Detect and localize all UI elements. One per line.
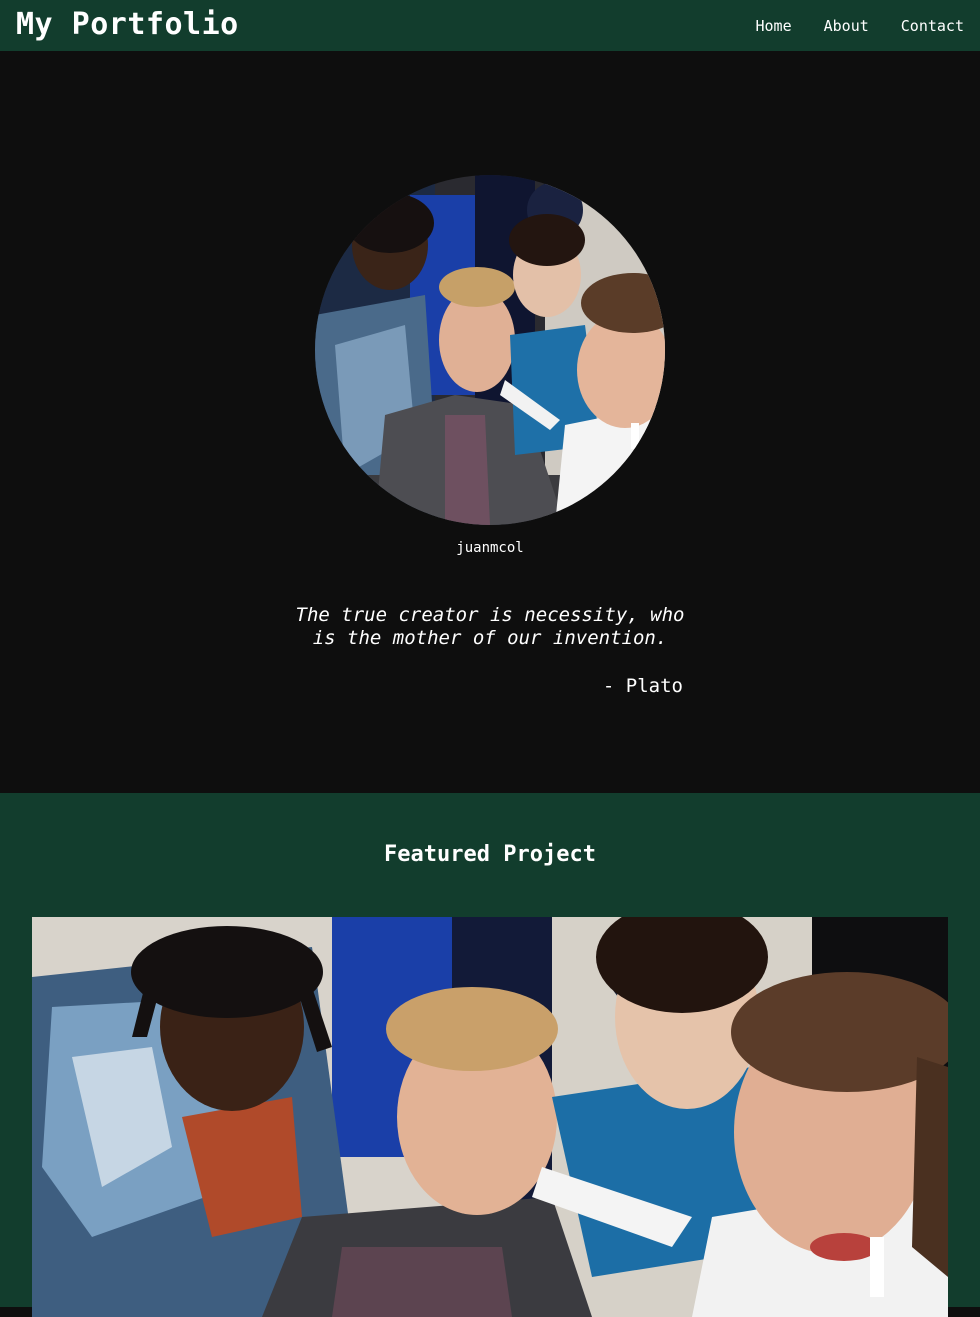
featured-title: Featured Project (384, 842, 596, 867)
featured-photo (32, 917, 948, 1317)
featured-section: Featured Project (0, 793, 980, 1317)
avatar-photo (315, 175, 665, 525)
username: juanmcol (456, 540, 524, 556)
navbar: My Portfolio Home About Contact (0, 0, 980, 51)
quote-text: The true creator is necessity, who is th… (290, 604, 690, 650)
nav-link-home[interactable]: Home (756, 17, 792, 35)
featured-project-image[interactable] (32, 917, 948, 1317)
hero-section: juanmcol The true creator is necessity, … (0, 51, 980, 793)
quote-line-1: The true creator is necessity, who (295, 604, 685, 626)
nav-link-contact[interactable]: Contact (901, 17, 964, 35)
quote-author: - Plato (602, 675, 683, 697)
nav-link-about[interactable]: About (824, 17, 869, 35)
quote-line-2: is the mother of our invention. (312, 627, 668, 649)
site-brand[interactable]: My Portfolio (16, 7, 239, 43)
profile-avatar (315, 175, 665, 525)
nav-links: Home About Contact (756, 17, 965, 35)
